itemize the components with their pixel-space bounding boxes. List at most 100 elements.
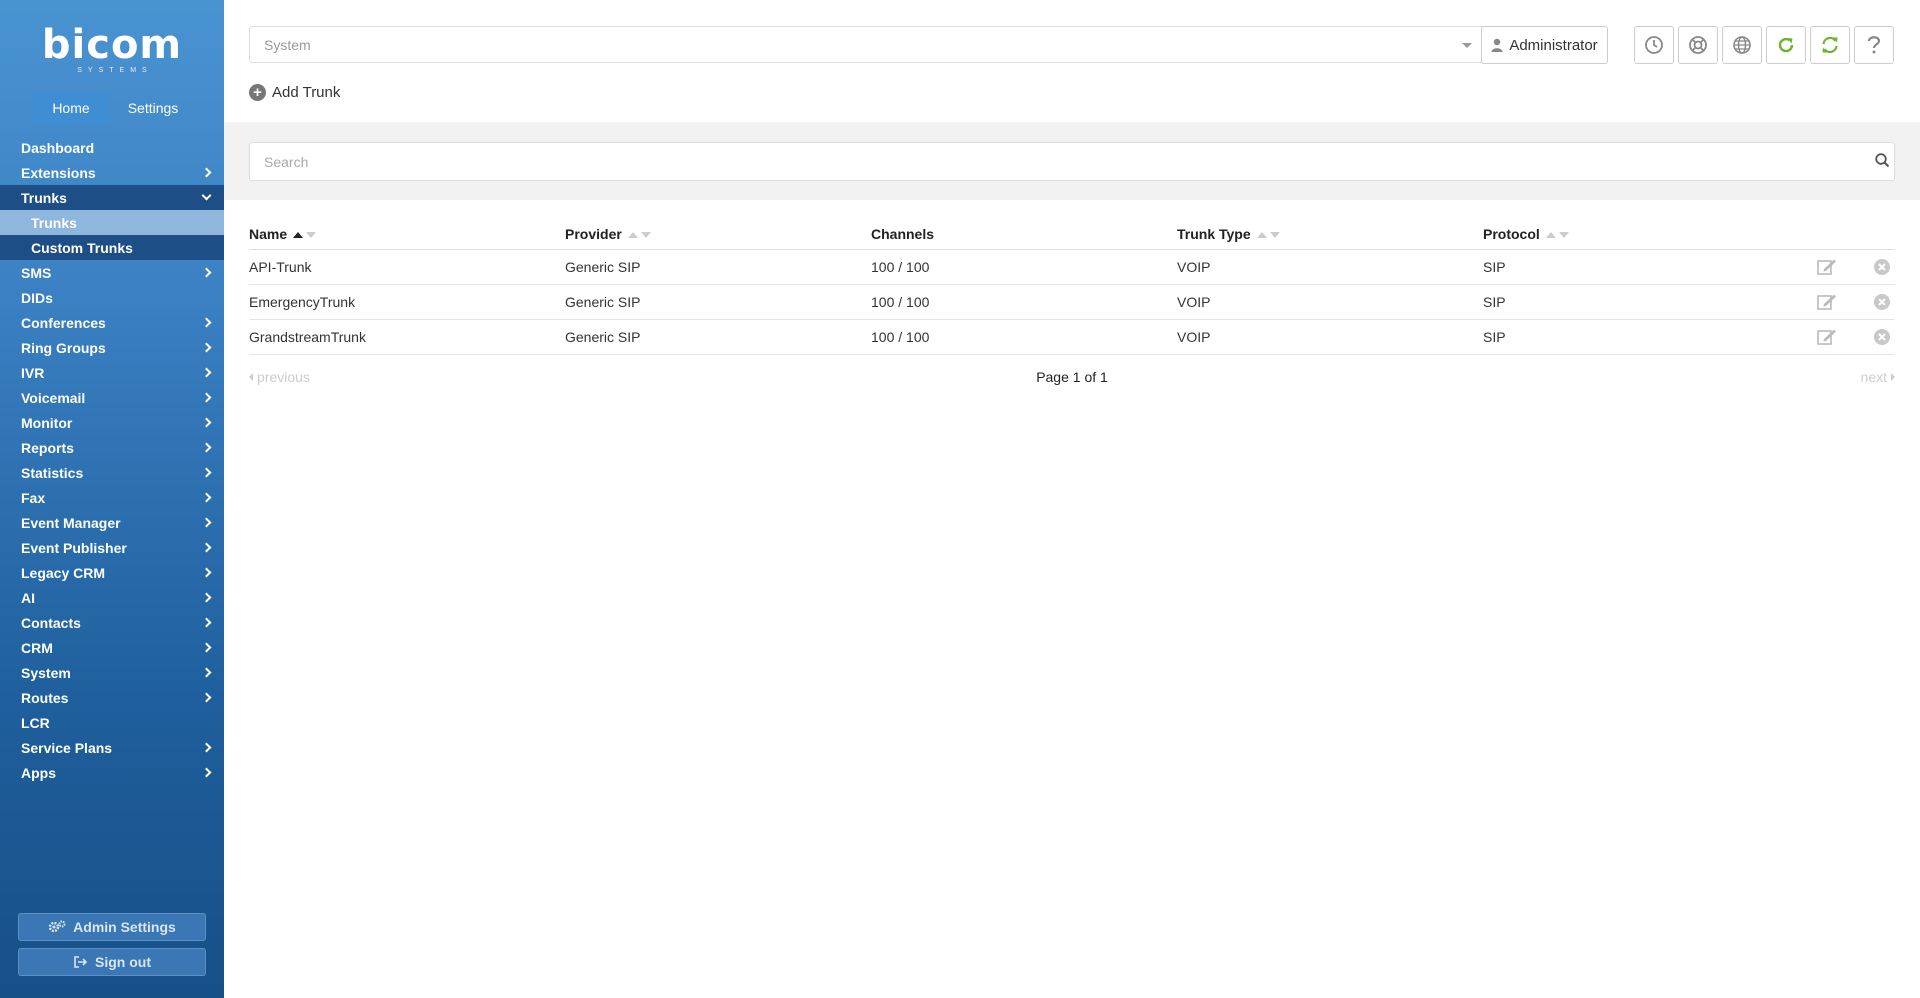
sign-out-icon bbox=[74, 956, 88, 968]
admin-settings-label: Admin Settings bbox=[73, 919, 176, 935]
cell-provider: Generic SIP bbox=[565, 329, 641, 345]
cell-channels: 100 / 100 bbox=[871, 329, 930, 345]
column-header-protocol[interactable]: Protocol bbox=[1483, 226, 1789, 242]
sidebar-item-monitor[interactable]: Monitor bbox=[0, 410, 224, 435]
sidebar-item-lcr[interactable]: LCR bbox=[0, 710, 224, 735]
chevron-right-icon bbox=[201, 367, 212, 378]
sidebar-item-apps[interactable]: Apps bbox=[0, 760, 224, 785]
table-row[interactable]: GrandstreamTrunk Generic SIP 100 / 100 V… bbox=[249, 320, 1895, 355]
cell-protocol: SIP bbox=[1483, 294, 1506, 310]
sidebar-item-crm[interactable]: CRM bbox=[0, 635, 224, 660]
main-content: System Administrator + Add Trunk Search … bbox=[224, 0, 1920, 998]
chevron-right-icon bbox=[201, 692, 212, 703]
column-header-name[interactable]: Name bbox=[249, 226, 565, 242]
sidebar-item-ai[interactable]: AI bbox=[0, 585, 224, 610]
tab-home[interactable]: Home bbox=[32, 92, 110, 124]
delete-icon[interactable] bbox=[1873, 328, 1891, 346]
next-page-link[interactable]: next bbox=[1861, 369, 1895, 385]
delete-icon[interactable] bbox=[1873, 258, 1891, 276]
sidebar-item-trunks[interactable]: Trunks bbox=[0, 185, 224, 210]
sync-button[interactable] bbox=[1810, 26, 1850, 64]
sidebar-subitem-custom-trunks[interactable]: Custom Trunks bbox=[0, 235, 224, 260]
sidebar-item-label: Extensions bbox=[21, 164, 96, 181]
support-button[interactable] bbox=[1678, 26, 1718, 64]
top-toolbar: System Administrator + Add Trunk bbox=[224, 0, 1920, 122]
column-header-label: Provider bbox=[565, 226, 622, 242]
chevron-right-icon bbox=[201, 567, 212, 578]
delete-icon[interactable] bbox=[1873, 293, 1891, 311]
support-icon bbox=[1689, 36, 1707, 54]
chevron-right-icon bbox=[201, 417, 212, 428]
sign-out-button[interactable]: Sign out bbox=[18, 948, 206, 976]
cell-trunk-type: VOIP bbox=[1177, 259, 1211, 275]
table-header: Name Provider Channels Trunk Type Protoc… bbox=[249, 219, 1895, 250]
cell-trunk-type: VOIP bbox=[1177, 329, 1211, 345]
add-trunk-button[interactable]: + Add Trunk bbox=[249, 84, 340, 101]
reload-button[interactable] bbox=[1766, 26, 1806, 64]
user-label: Administrator bbox=[1509, 36, 1598, 54]
sidebar-item-label: Event Publisher bbox=[21, 539, 127, 556]
admin-settings-button[interactable]: Admin Settings bbox=[18, 913, 206, 941]
sidebar-item-dashboard[interactable]: Dashboard bbox=[0, 135, 224, 160]
table-row[interactable]: API-Trunk Generic SIP 100 / 100 VOIP SIP bbox=[249, 250, 1895, 285]
sidebar-item-label: Custom Trunks bbox=[31, 239, 133, 256]
sidebar-item-label: Conferences bbox=[21, 314, 106, 331]
column-header-label: Name bbox=[249, 226, 288, 242]
chevron-right-icon bbox=[201, 317, 212, 328]
sidebar-item-service-plans[interactable]: Service Plans bbox=[0, 735, 224, 760]
sidebar-tabs: Home Settings bbox=[0, 92, 224, 124]
help-button[interactable] bbox=[1854, 26, 1894, 64]
sidebar-item-label: IVR bbox=[21, 364, 45, 381]
sidebar-item-voicemail[interactable]: Voicemail bbox=[0, 385, 224, 410]
history-button[interactable] bbox=[1634, 26, 1674, 64]
reload-icon bbox=[1778, 37, 1794, 53]
sidebar-item-event-publisher[interactable]: Event Publisher bbox=[0, 535, 224, 560]
sign-out-label: Sign out bbox=[95, 954, 151, 970]
sidebar-item-extensions[interactable]: Extensions bbox=[0, 160, 224, 185]
system-select[interactable]: System bbox=[249, 26, 1485, 63]
cell-name: GrandstreamTrunk bbox=[249, 329, 366, 345]
pagination: previous Page 1 of 1 next bbox=[249, 357, 1895, 397]
sidebar-item-label: LCR bbox=[21, 714, 50, 731]
sort-icon[interactable] bbox=[1545, 232, 1569, 239]
sidebar-item-system[interactable]: System bbox=[0, 660, 224, 685]
cell-provider: Generic SIP bbox=[565, 259, 641, 275]
sort-icon[interactable] bbox=[1256, 232, 1280, 239]
tab-settings[interactable]: Settings bbox=[114, 92, 192, 124]
sidebar-item-ivr[interactable]: IVR bbox=[0, 360, 224, 385]
column-header-trunk-type[interactable]: Trunk Type bbox=[1177, 226, 1483, 242]
cell-name: API-Trunk bbox=[249, 259, 312, 275]
sort-icon[interactable] bbox=[627, 232, 651, 239]
chevron-right-icon bbox=[201, 667, 212, 678]
sidebar-item-dids[interactable]: DIDs bbox=[0, 285, 224, 310]
user-icon bbox=[1491, 38, 1503, 52]
search-input[interactable] bbox=[249, 142, 1895, 181]
edit-icon[interactable] bbox=[1817, 328, 1837, 346]
cell-protocol: SIP bbox=[1483, 259, 1506, 275]
sort-icon[interactable] bbox=[293, 232, 317, 239]
sidebar-item-legacy-crm[interactable]: Legacy CRM bbox=[0, 560, 224, 585]
column-header-label: Protocol bbox=[1483, 226, 1540, 242]
edit-icon[interactable] bbox=[1817, 258, 1837, 276]
table-row[interactable]: EmergencyTrunk Generic SIP 100 / 100 VOI… bbox=[249, 285, 1895, 320]
sidebar-item-statistics[interactable]: Statistics bbox=[0, 460, 224, 485]
user-menu-button[interactable]: Administrator bbox=[1481, 26, 1608, 64]
search-icon[interactable] bbox=[1875, 153, 1890, 168]
next-label: next bbox=[1860, 369, 1887, 385]
sidebar-item-label: Ring Groups bbox=[21, 339, 106, 356]
chevron-right-icon bbox=[201, 517, 212, 528]
caret-down-icon bbox=[1462, 43, 1472, 48]
column-header-provider[interactable]: Provider bbox=[565, 226, 871, 242]
sidebar-item-routes[interactable]: Routes bbox=[0, 685, 224, 710]
sidebar-item-reports[interactable]: Reports bbox=[0, 435, 224, 460]
sidebar-item-conferences[interactable]: Conferences bbox=[0, 310, 224, 335]
sidebar-item-event-manager[interactable]: Event Manager bbox=[0, 510, 224, 535]
sidebar-item-fax[interactable]: Fax bbox=[0, 485, 224, 510]
language-button[interactable] bbox=[1722, 26, 1762, 64]
sidebar-item-contacts[interactable]: Contacts bbox=[0, 610, 224, 635]
edit-icon[interactable] bbox=[1817, 293, 1837, 311]
chevron-down-icon bbox=[201, 190, 212, 201]
sidebar-item-sms[interactable]: SMS bbox=[0, 260, 224, 285]
sidebar-item-ring-groups[interactable]: Ring Groups bbox=[0, 335, 224, 360]
sidebar-subitem-trunks[interactable]: Trunks bbox=[0, 210, 224, 235]
